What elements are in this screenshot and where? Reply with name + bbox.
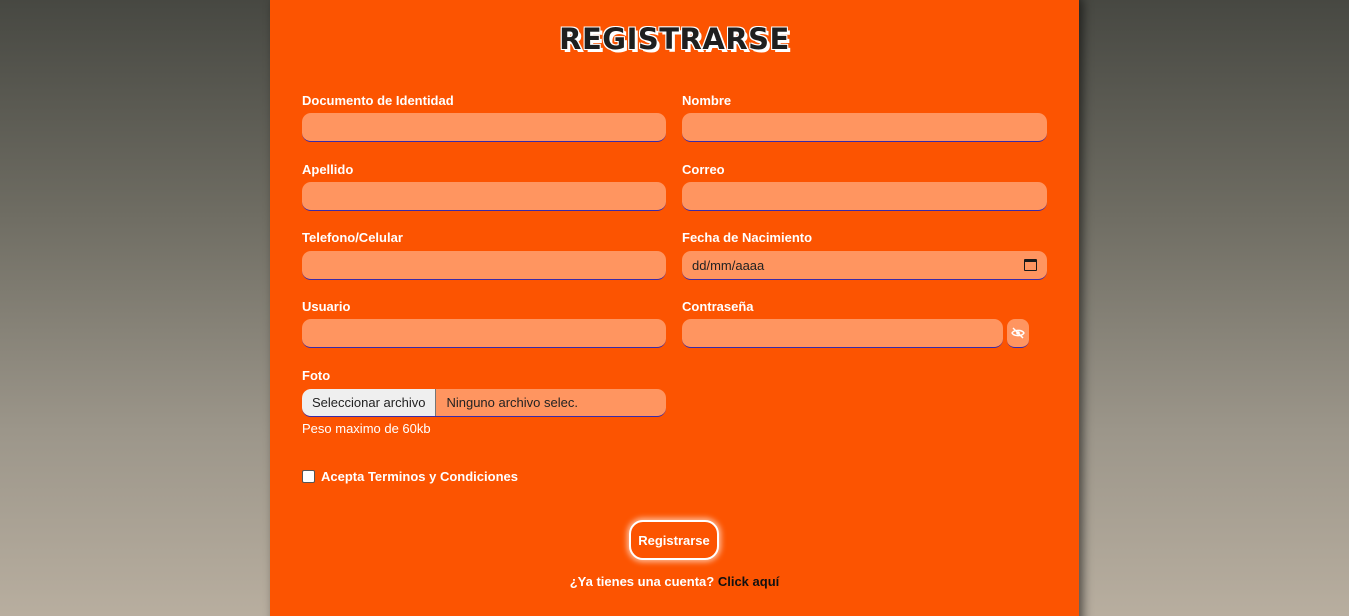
documento-input[interactable] — [302, 113, 666, 142]
login-prompt: ¿Ya tienes una cuenta? — [569, 574, 715, 589]
telefono-input[interactable] — [302, 251, 666, 280]
terms-checkbox[interactable] — [302, 470, 315, 483]
contrasena-label: Contraseña — [682, 299, 754, 314]
nombre-label: Nombre — [682, 93, 732, 108]
register-button[interactable]: Registrarse — [629, 520, 719, 560]
date-placeholder: dd/mm/aaaa — [692, 257, 765, 273]
login-prompt-line: ¿Ya tienes una cuenta? Click aquí — [0, 574, 1349, 589]
documento-label: Documento de Identidad — [302, 93, 454, 108]
nombre-input[interactable] — [682, 113, 1047, 142]
correo-label: Correo — [682, 162, 725, 177]
usuario-input[interactable] — [302, 319, 666, 348]
login-link[interactable]: Click aquí — [718, 574, 779, 589]
terms-label: Acepta Terminos y Condiciones — [321, 469, 518, 484]
apellido-label: Apellido — [302, 162, 354, 177]
password-input[interactable] — [682, 319, 1003, 348]
foto-hint: Peso maximo de 60kb — [302, 421, 431, 436]
usuario-label: Usuario — [302, 299, 351, 314]
telefono-label: Telefono/Celular — [302, 230, 403, 245]
file-status: Ninguno archivo selec. — [446, 395, 578, 410]
foto-file-input[interactable]: Seleccionar archivo Ninguno archivo sele… — [302, 389, 666, 417]
correo-input[interactable] — [682, 182, 1047, 211]
page-title: REGISTRARSE — [559, 22, 790, 56]
fecha-nacimiento-input[interactable]: dd/mm/aaaa — [682, 251, 1047, 280]
fecha-label: Fecha de Nacimiento — [682, 230, 813, 245]
select-file-button[interactable]: Seleccionar archivo — [302, 389, 437, 416]
terms-row[interactable]: Acepta Terminos y Condiciones — [302, 469, 518, 484]
calendar-icon[interactable] — [1024, 259, 1037, 271]
apellido-input[interactable] — [302, 182, 666, 211]
toggle-password-button[interactable] — [1007, 319, 1029, 348]
foto-label: Foto — [302, 368, 331, 383]
eye-slash-icon — [1011, 327, 1025, 339]
